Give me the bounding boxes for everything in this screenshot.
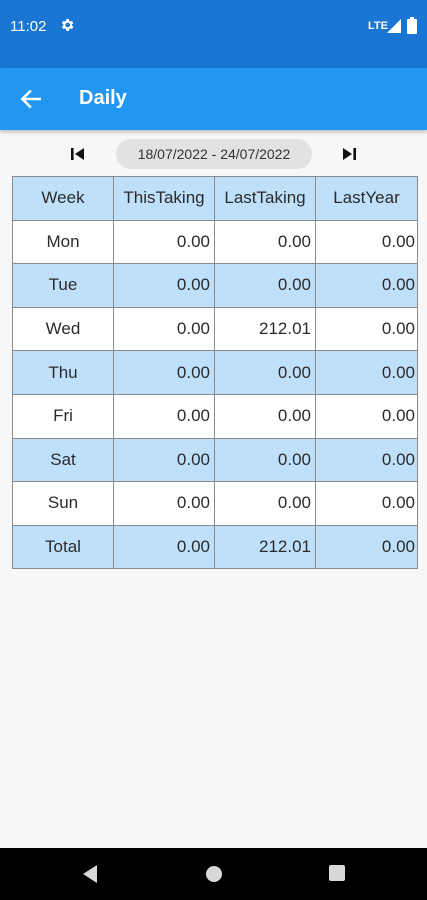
this-taking-cell: 0.00	[113, 481, 215, 526]
network-type: LTE	[368, 20, 388, 32]
gear-icon	[61, 19, 74, 31]
table-row: Mon 0.00 0.00 0.00	[12, 219, 418, 265]
arrow-left-icon[interactable]	[18, 86, 44, 112]
this-taking-cell: 0.00	[113, 350, 215, 395]
nav-home-icon[interactable]	[205, 865, 223, 883]
table-row: Tue 0.00 0.00 0.00	[12, 263, 418, 308]
table-total-row: Total 0.00 212.01 0.00	[12, 524, 418, 570]
battery-icon	[407, 17, 417, 34]
day-cell: Wed	[12, 306, 114, 352]
signal-icon	[387, 19, 401, 33]
table-row: Wed 0.00 212.01 0.00	[12, 306, 418, 352]
app-bar: Daily	[0, 68, 427, 130]
table-header-row: Week ThisTaking LastTaking LastYear	[12, 176, 418, 221]
last-year-cell: 0.00	[315, 524, 418, 570]
day-cell: Sun	[12, 481, 114, 526]
header-week: Week	[12, 176, 114, 221]
daily-takings-table: Week ThisTaking LastTaking LastYear Mon …	[12, 176, 418, 570]
day-cell: Tue	[12, 263, 114, 308]
last-taking-cell: 0.00	[214, 219, 316, 265]
last-year-cell: 0.00	[315, 219, 418, 265]
date-range-chip[interactable]: 18/07/2022 - 24/07/2022	[116, 139, 312, 169]
this-taking-cell: 0.00	[113, 437, 215, 483]
this-taking-cell: 0.00	[113, 306, 215, 352]
last-taking-cell: 212.01	[214, 524, 316, 570]
last-year-cell: 0.00	[315, 350, 418, 395]
header-last-year: LastYear	[315, 176, 418, 221]
header-this-taking: ThisTaking	[113, 176, 215, 221]
last-year-cell: 0.00	[315, 437, 418, 483]
skip-next-icon[interactable]	[337, 142, 361, 166]
day-cell: Fri	[12, 393, 114, 439]
table-row: Sat 0.00 0.00 0.00	[12, 437, 418, 483]
status-bar: 11:02 LTE	[0, 0, 427, 68]
last-taking-cell: 0.00	[214, 393, 316, 439]
last-taking-cell: 0.00	[214, 263, 316, 308]
this-taking-cell: 0.00	[113, 393, 215, 439]
day-cell: Mon	[12, 219, 114, 265]
skip-previous-icon[interactable]	[66, 142, 90, 166]
last-year-cell: 0.00	[315, 481, 418, 526]
this-taking-cell: 0.00	[113, 524, 215, 570]
last-taking-cell: 0.00	[214, 481, 316, 526]
nav-recents-icon[interactable]	[329, 865, 345, 881]
header-last-taking: LastTaking	[214, 176, 316, 221]
status-time: 11:02	[10, 18, 47, 35]
system-nav-bar	[0, 848, 427, 900]
nav-back-icon[interactable]	[81, 864, 99, 884]
this-taking-cell: 0.00	[113, 263, 215, 308]
this-taking-cell: 0.00	[113, 219, 215, 265]
day-cell: Thu	[12, 350, 114, 395]
date-navigator: 18/07/2022 - 24/07/2022	[0, 138, 427, 170]
last-taking-cell: 0.00	[214, 437, 316, 483]
day-cell: Sat	[12, 437, 114, 483]
day-cell: Total	[12, 524, 114, 570]
page-title: Daily	[79, 87, 127, 109]
table-row: Fri 0.00 0.00 0.00	[12, 393, 418, 439]
last-taking-cell: 212.01	[214, 306, 316, 352]
table-row: Thu 0.00 0.00 0.00	[12, 350, 418, 395]
last-year-cell: 0.00	[315, 306, 418, 352]
table-row: Sun 0.00 0.00 0.00	[12, 481, 418, 526]
last-taking-cell: 0.00	[214, 350, 316, 395]
last-year-cell: 0.00	[315, 263, 418, 308]
last-year-cell: 0.00	[315, 393, 418, 439]
